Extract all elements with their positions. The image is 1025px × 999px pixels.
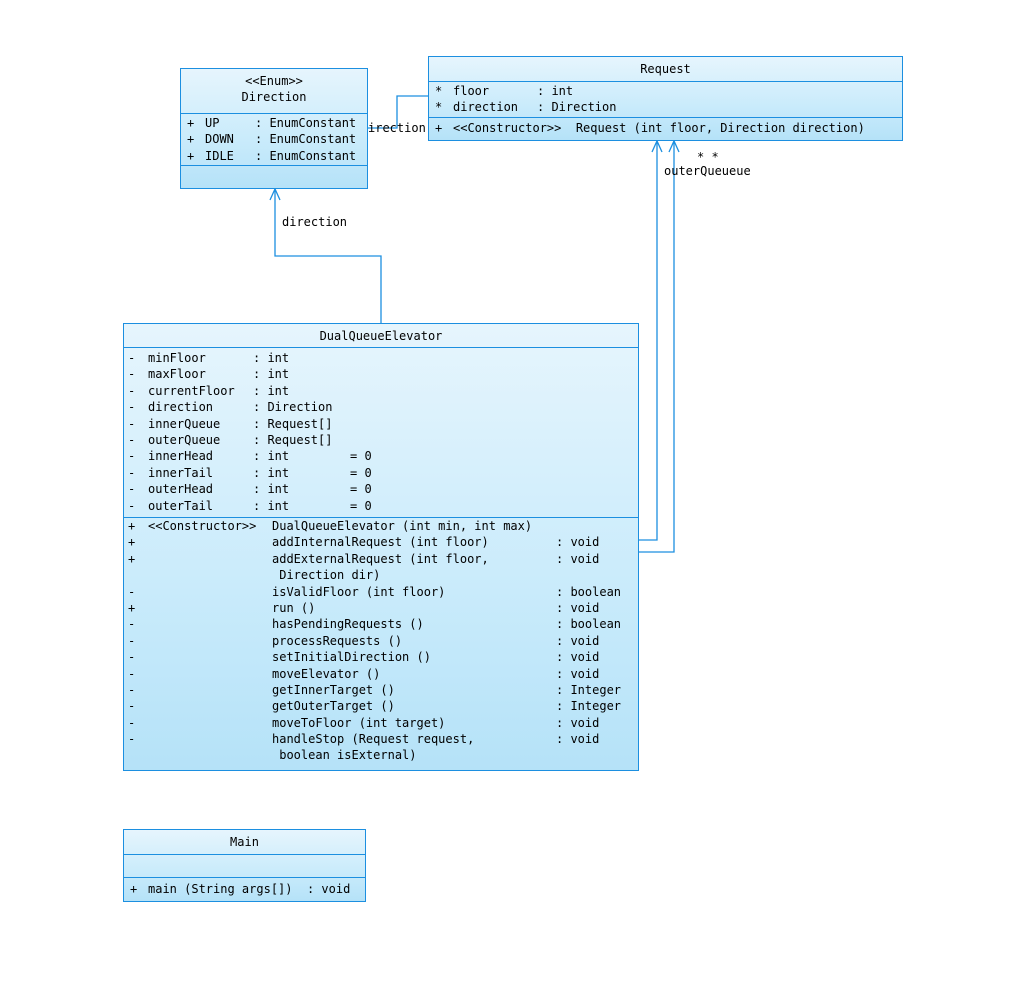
direction-enum-class[interactable]: <<Enum>> Direction + UP : EnumConstant +… (180, 68, 368, 189)
operation-row[interactable]: - getInnerTarget (): Integer (124, 682, 638, 698)
attribute-row[interactable]: - outerTail: int = 0 (124, 498, 638, 514)
attribute-row[interactable]: - minFloor: int (124, 350, 638, 366)
operation-row[interactable]: + run (): void (124, 600, 638, 616)
attribute-row[interactable]: - innerHead: int = 0 (124, 448, 638, 464)
operation-row[interactable]: - setInitialDirection (): void (124, 649, 638, 665)
operation-constructor[interactable]: + <<Constructor>> Request (int floor, Di… (429, 120, 902, 136)
operation-row[interactable]: - hasPendingRequests (): boolean (124, 616, 638, 632)
attribute-row[interactable]: - innerTail: int = 0 (124, 465, 638, 481)
attribute-row[interactable]: - outerHead: int = 0 (124, 481, 638, 497)
class-name: Request (640, 62, 691, 76)
attribute-row[interactable]: - innerQueue: Request[] (124, 416, 638, 432)
outer-queue-multiplicity: * * (697, 150, 719, 164)
enum-constant-up[interactable]: + UP : EnumConstant (181, 115, 367, 131)
attribute-row[interactable]: - outerQueue: Request[] (124, 432, 638, 448)
dual-queue-elevator-class[interactable]: DualQueueElevator - minFloor: int - maxFloo… (123, 323, 639, 771)
enum-stereotype: <<Enum>> (245, 74, 303, 88)
class-name: Direction (241, 90, 307, 104)
attributes-compartment (124, 854, 365, 877)
attribute-direction[interactable]: * direction : Direction (429, 99, 902, 115)
attributes-compartment: - minFloor: int - maxFloor: int - currentFloo… (124, 347, 638, 517)
attribute-row[interactable]: - maxFloor: int (124, 366, 638, 382)
operation-main[interactable]: + main (String args[]) : void (124, 881, 365, 897)
operation-row[interactable]: - getOuterTarget (): Integer (124, 698, 638, 714)
class-name: Main (230, 835, 259, 849)
elevator-direction-role-label: direction (282, 215, 348, 229)
operation-continuation-row: boolean isExternal) (272, 748, 417, 763)
operation-row[interactable]: - moveToFloor (int target): void (124, 715, 638, 731)
operation-row[interactable]: - isValidFloor (int floor): boolean (124, 584, 638, 600)
class-name: DualQueueElevator (319, 329, 443, 343)
attribute-floor[interactable]: * floor : int (429, 83, 902, 99)
attribute-row[interactable]: - direction: Direction (124, 399, 638, 415)
elevator-direction-link (274, 189, 382, 323)
enum-constant-down[interactable]: + DOWN : EnumConstant (181, 131, 367, 147)
operation-row[interactable]: + addInternalRequest (int floor): void (124, 534, 638, 550)
request-direction-role-label: irection (368, 121, 426, 135)
operation-row[interactable]: - handleStop (Request request,: void (124, 731, 638, 747)
operations-compartment: + <<Constructor>> DualQueueElevator (int m… (124, 517, 638, 770)
request-class[interactable]: Request * floor : int * direction : Dire… (428, 56, 903, 141)
outer-queue-link-1 (639, 141, 658, 541)
operation-row[interactable]: - processRequests (): void (124, 633, 638, 649)
operation-row[interactable]: + addExternalRequest (int floor,: void (124, 551, 638, 567)
operation-row[interactable]: - moveElevator (): void (124, 666, 638, 682)
outer-queue-role-label: outerQueueue (664, 164, 751, 178)
main-class[interactable]: Main + main (String args[]) : void (123, 829, 366, 902)
operation-continuation-row: Direction dir) (272, 568, 381, 583)
attribute-row[interactable]: - currentFloor: int (124, 383, 638, 399)
operation-row[interactable]: + <<Constructor>> DualQueueElevator (int m… (124, 518, 638, 534)
enum-constant-idle[interactable]: + IDLE : EnumConstant (181, 148, 367, 164)
